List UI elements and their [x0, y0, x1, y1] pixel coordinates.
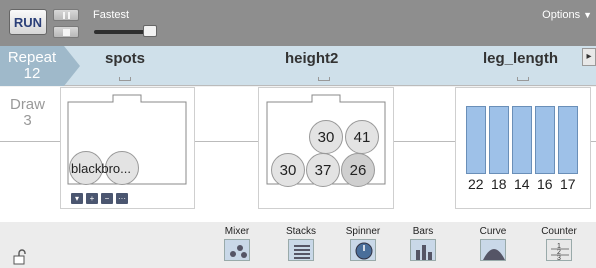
spinner-icon — [350, 239, 376, 261]
draw-value[interactable]: 3 — [5, 113, 50, 129]
sampler-area: Draw 3 blackbro... ▾ + − ··· 30 41 30 37… — [0, 87, 596, 222]
more-button[interactable]: ··· — [116, 193, 128, 204]
scroll-right-button[interactable]: ▸ — [582, 48, 596, 66]
pause-button[interactable] — [53, 9, 79, 21]
column-handle-leg-length[interactable] — [517, 77, 529, 81]
ball[interactable]: 30 — [271, 153, 305, 187]
tool-label: Counter — [541, 226, 577, 237]
unlock-icon[interactable] — [13, 249, 27, 265]
tool-label: Curve — [479, 226, 507, 237]
column-title-leg-length[interactable]: leg_length — [483, 50, 558, 67]
tool-spinner[interactable]: Spinner — [338, 226, 388, 261]
column-title-spots[interactable]: spots — [105, 50, 145, 67]
tool-label: Spinner — [345, 226, 381, 237]
device-leg-length[interactable]: 22 18 14 16 17 — [455, 87, 591, 209]
tool-label: Bars — [412, 226, 434, 237]
tool-stacks[interactable]: Stacks — [276, 226, 326, 261]
header-row: Repeat 12 spots height2 leg_length ▸ — [0, 46, 596, 86]
bar[interactable] — [512, 106, 532, 174]
toolbar: RUN Fastest Options ▼ — [0, 0, 596, 46]
tool-mixer[interactable]: Mixer — [212, 226, 262, 261]
device-spots[interactable]: blackbro... ▾ + − ··· — [60, 87, 195, 209]
ball-label: blackbro... — [71, 161, 131, 176]
ball[interactable]: 37 — [306, 153, 340, 187]
repeat-label: Repeat — [7, 49, 57, 66]
options-menu[interactable]: Options ▼ — [542, 9, 592, 21]
device-palette: Mixer Stacks Spinner Bars Curve Counter … — [0, 222, 596, 268]
ball[interactable]: 30 — [309, 120, 343, 154]
curve-icon — [480, 239, 506, 261]
bar-value: 14 — [514, 176, 530, 192]
options-label: Options — [542, 9, 581, 21]
bar-value: 18 — [491, 176, 507, 192]
repeat-value[interactable]: 12 — [0, 66, 64, 82]
stop-button[interactable] — [53, 26, 79, 38]
tool-counter[interactable]: Counter 123 — [534, 226, 584, 262]
counter-icon: 123 — [546, 239, 572, 262]
bar-value: 17 — [560, 176, 576, 192]
add-button[interactable]: + — [86, 193, 98, 204]
column-handle-height2[interactable] — [318, 77, 330, 81]
run-button[interactable]: RUN — [9, 9, 47, 35]
ball[interactable]: 26 — [341, 153, 375, 187]
column-handle-spots[interactable] — [119, 77, 131, 81]
remove-button[interactable]: − — [101, 193, 113, 204]
mixer-icon — [224, 239, 250, 261]
bar[interactable] — [558, 106, 578, 174]
dropdown-button[interactable]: ▾ — [71, 193, 83, 204]
stop-icon — [63, 29, 70, 36]
device-height2[interactable]: 30 41 30 37 26 — [258, 87, 394, 209]
bar[interactable] — [466, 106, 486, 174]
tool-bars[interactable]: Bars — [398, 226, 448, 261]
bar-value: 22 — [468, 176, 484, 192]
tool-label: Mixer — [224, 226, 250, 237]
speed-label: Fastest — [93, 9, 130, 21]
repeat-arrow-icon — [64, 46, 80, 86]
tool-curve[interactable]: Curve — [468, 226, 518, 261]
svg-text:3: 3 — [557, 255, 561, 262]
speed-slider-thumb[interactable] — [143, 25, 157, 37]
device-controls: ▾ + − ··· — [71, 193, 128, 204]
bar-value: 16 — [537, 176, 553, 192]
repeat-control[interactable]: Repeat 12 — [0, 46, 64, 86]
draw-control[interactable]: Draw 3 — [5, 97, 50, 129]
chevron-down-icon: ▼ — [583, 10, 592, 20]
bars-icon — [410, 239, 436, 261]
pause-icon — [63, 12, 70, 19]
tool-label: Stacks — [285, 226, 316, 237]
ball[interactable]: 41 — [345, 120, 379, 154]
stacks-icon — [288, 239, 314, 261]
column-title-height2[interactable]: height2 — [285, 50, 338, 67]
bar[interactable] — [535, 106, 555, 174]
draw-label: Draw — [9, 96, 45, 113]
bar[interactable] — [489, 106, 509, 174]
